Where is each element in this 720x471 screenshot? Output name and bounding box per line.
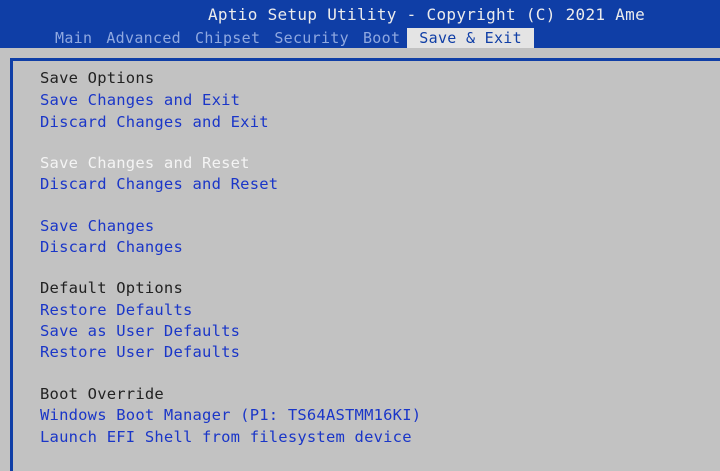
tab-main[interactable]: Main (48, 28, 99, 48)
save-changes-option[interactable]: Save Changes (40, 216, 154, 237)
save-changes-and-exit-option[interactable]: Save Changes and Exit (40, 90, 240, 111)
boot-override-heading: Boot Override (40, 385, 164, 403)
save-as-user-defaults-option[interactable]: Save as User Defaults (40, 321, 240, 342)
save-changes-and-reset-option[interactable]: Save Changes and Reset (40, 153, 250, 174)
tab-security[interactable]: Security (267, 28, 356, 48)
tab-save-exit[interactable]: Save & Exit (407, 28, 534, 48)
tab-advanced[interactable]: Advanced (99, 28, 188, 48)
boot-windows-boot-manager-option[interactable]: Windows Boot Manager (P1: TS64ASTMM16KI) (40, 405, 421, 426)
default-options-heading: Default Options (40, 279, 183, 297)
discard-changes-option[interactable]: Discard Changes (40, 237, 183, 258)
tab-chipset[interactable]: Chipset (188, 28, 267, 48)
bios-header: Aptio Setup Utility - Copyright (C) 2021… (0, 0, 720, 48)
save-options-heading: Save Options (40, 69, 155, 87)
launch-efi-shell-option[interactable]: Launch EFI Shell from filesystem device (40, 427, 412, 448)
restore-user-defaults-option[interactable]: Restore User Defaults (40, 342, 240, 363)
bios-tab-bar: Main Advanced Chipset Security Boot Save… (48, 28, 534, 48)
discard-changes-and-reset-option[interactable]: Discard Changes and Reset (40, 174, 278, 195)
discard-changes-and-exit-option[interactable]: Discard Changes and Exit (40, 112, 269, 133)
bios-title: Aptio Setup Utility - Copyright (C) 2021… (208, 5, 646, 24)
restore-defaults-option[interactable]: Restore Defaults (40, 300, 193, 321)
tab-boot[interactable]: Boot (356, 28, 407, 48)
